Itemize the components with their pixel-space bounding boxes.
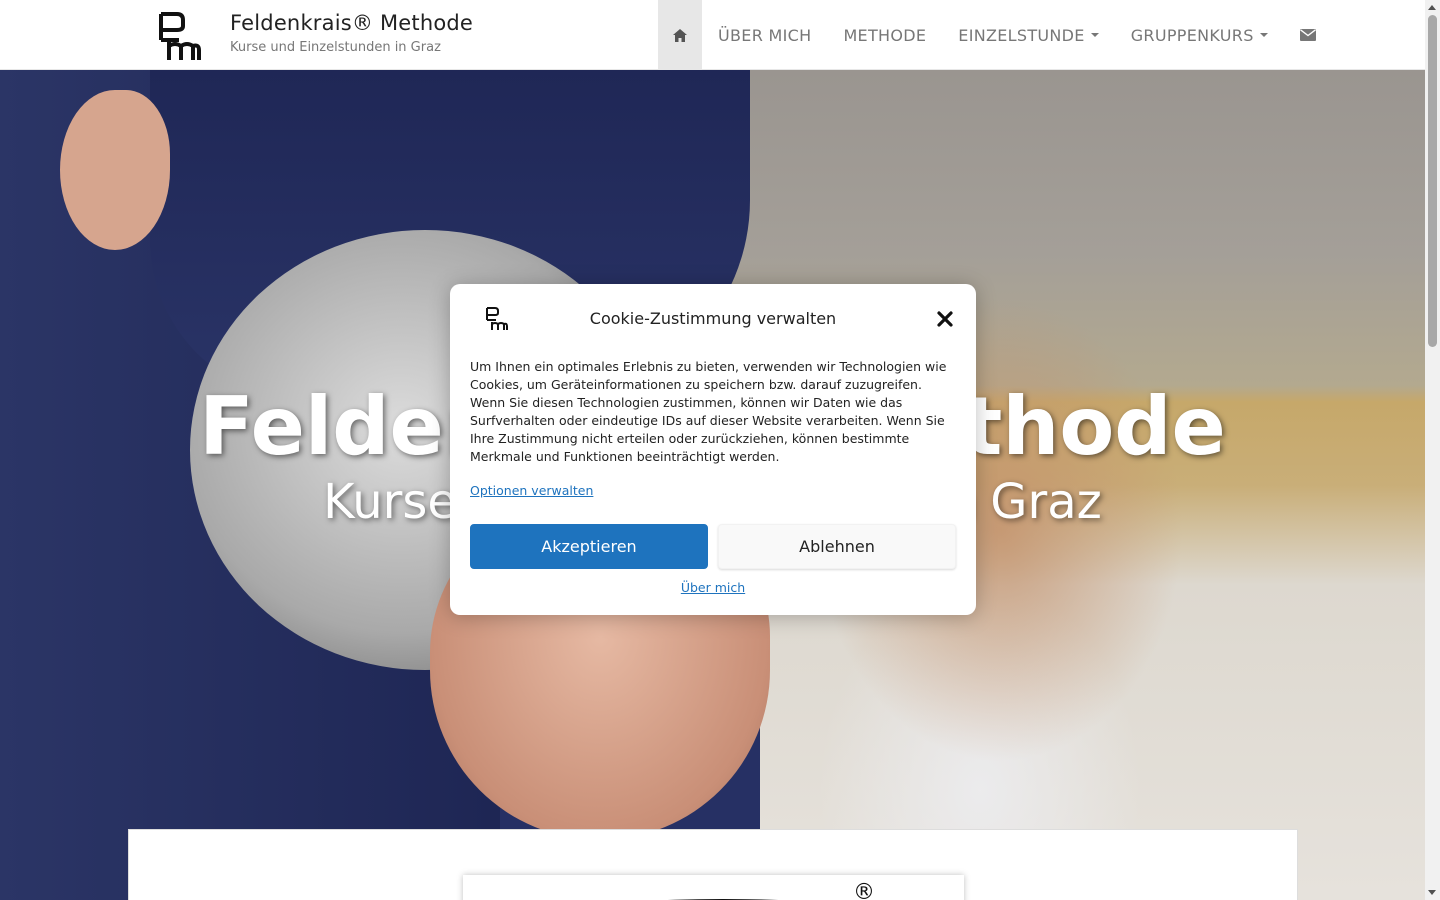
content-panel: ® [128,829,1298,900]
scroll-up-arrow-icon[interactable] [1428,5,1436,10]
dialog-message: Um Ihnen ein optimales Erlebnis zu biete… [470,359,947,464]
accept-button[interactable]: Akzeptieren [470,524,708,569]
close-icon[interactable] [935,309,955,329]
scrollbar-thumb[interactable] [1428,15,1437,347]
manage-options-link[interactable]: Optionen verwalten [470,483,593,498]
dialog-title: Cookie-Zustimmung verwalten [589,309,837,328]
caret-down-icon [1090,33,1099,37]
hero-image-hand [60,90,170,250]
nav-item-label: EINZELSTUNDE [958,25,1085,45]
site-subtitle: Kurse und Einzelstunden in Graz [230,40,441,55]
registered-mark: ® [853,880,875,900]
brand[interactable]: Feldenkrais® Methode Kurse und Einzelstu… [155,10,473,62]
main-nav: ÜBER MICH METHODE EINZELSTUNDE GRUPPENKU… [658,0,1332,70]
about-me-link[interactable]: Über mich [450,580,976,595]
nav-item-gruppenkurs[interactable]: GRUPPENKURS [1115,0,1284,70]
nav-item-methode[interactable]: METHODE [827,0,942,70]
nav-contact[interactable] [1284,0,1332,70]
nav-item-label: ÜBER MICH [718,25,812,45]
nav-item-label: GRUPPENKURS [1130,25,1254,45]
logo-image: ® [463,875,964,900]
envelope-icon [1299,29,1316,41]
home-icon [673,28,687,42]
deny-button[interactable]: Ablehnen [718,524,956,569]
nav-item-ueber-mich[interactable]: ÜBER MICH [702,0,827,70]
scrollbar[interactable] [1425,0,1440,900]
nav-home[interactable] [658,0,702,70]
site-title: Feldenkrais® Methode [230,11,474,35]
navbar: Feldenkrais® Methode Kurse und Einzelstu… [0,0,1425,70]
nav-item-label: METHODE [843,25,927,45]
scroll-down-arrow-icon[interactable] [1428,890,1436,895]
cookie-consent-dialog: Cookie-Zustimmung verwalten Um Ihnen ein… [450,284,976,615]
nav-item-einzelstunde[interactable]: EINZELSTUNDE [942,0,1114,70]
fm-logo-icon [159,12,201,60]
caret-down-icon [1259,33,1268,37]
brand-text: Feldenkrais® Methode Kurse und Einzelstu… [230,11,473,55]
